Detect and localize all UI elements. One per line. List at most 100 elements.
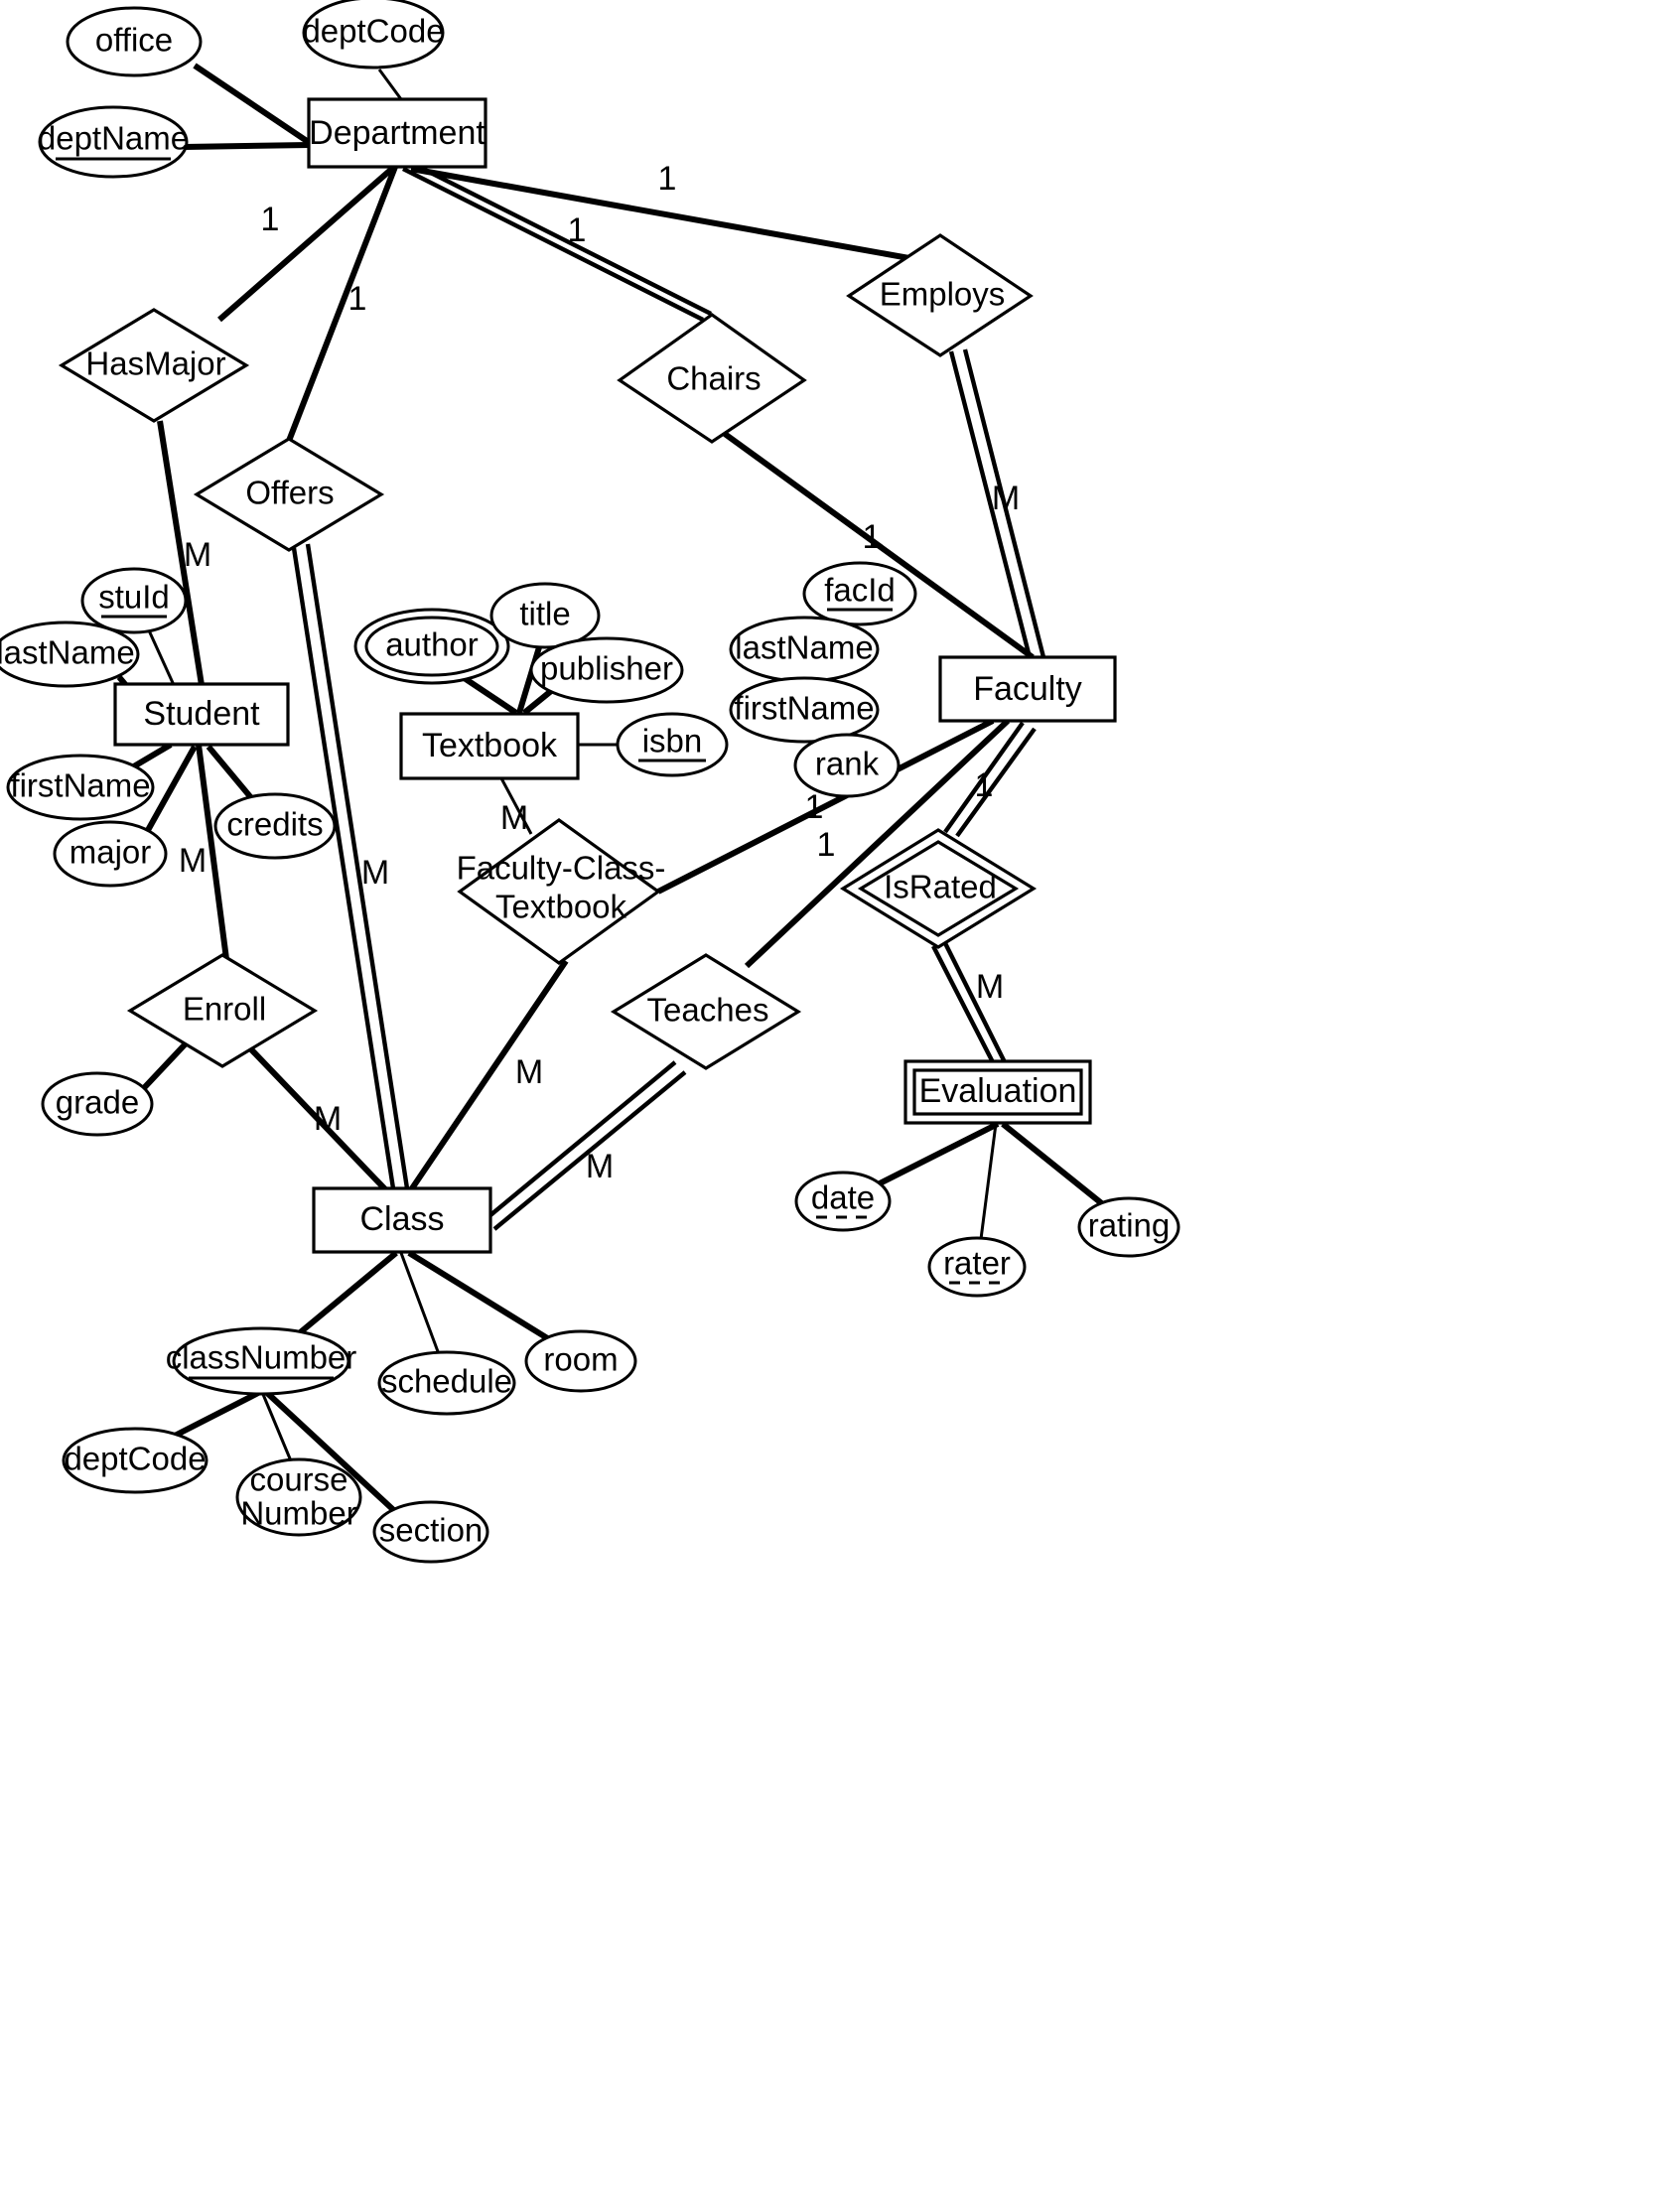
attribute-rank[interactable]: rank [793,733,901,798]
attribute-author-label: author [385,626,479,663]
attribute-rater-label: rater [943,1245,1011,1282]
attribute-major-label: major [69,834,152,871]
attribute-author[interactable]: author [353,608,510,685]
attribute-faculty-lastname[interactable]: lastName [729,616,880,683]
attribute-faculty-firstname-label: firstName [734,690,874,727]
attribute-coursenumber-label-line1: course [249,1461,347,1498]
attribute-major[interactable]: major [53,820,168,888]
cardinality-department-hasmajor: 1 [261,201,280,238]
attribute-isbn-label: isbn [642,723,703,760]
entity-department[interactable]: Department [307,97,487,169]
relationship-fct-label-line2: Textbook [495,889,627,925]
cardinality-textbook-fct: M [500,799,528,837]
attribute-facid[interactable]: facId [802,561,917,626]
relationship-faculty-class-textbook[interactable]: Faculty-Class- Textbook [457,818,666,965]
edge-credits-student [206,745,256,802]
attribute-faculty-firstname[interactable]: firstName [729,676,880,744]
attribute-deptcode-department[interactable]: deptCode [302,0,445,69]
attribute-section-label: section [379,1512,484,1549]
cardinality-teaches-faculty: 1 [817,826,836,864]
cardinality-department-offers: 1 [348,280,367,318]
attribute-office[interactable]: office [66,6,203,77]
attribute-classnumber-label: classNumber [166,1339,357,1376]
attribute-schedule-label: schedule [381,1363,512,1400]
attribute-rater[interactable]: rater [927,1236,1027,1298]
attribute-classnumber[interactable]: classNumber [166,1326,357,1396]
relationship-employs-label: Employs [880,276,1006,313]
edge-rater-evaluation [979,1123,998,1240]
entity-class[interactable]: Class [312,1186,492,1254]
relationship-chairs-label: Chairs [666,360,761,397]
cardinality-teaches-class: M [586,1148,614,1185]
edge-date-evaluation [878,1121,1000,1186]
er-diagram-canvas: Department Faculty Student Textbook Clas… [0,0,1180,1564]
cardinality-student-enroll: M [179,842,207,880]
attribute-date[interactable]: date [794,1171,892,1232]
attribute-title[interactable]: title [489,582,601,649]
relationship-hasmajor[interactable]: HasMajor [58,308,250,423]
attribute-publisher[interactable]: publisher [529,636,684,704]
cardinality-employs-faculty: M [992,480,1020,517]
attribute-section[interactable]: section [372,1500,489,1564]
cardinality-fct-class: M [515,1053,543,1091]
entity-textbook[interactable]: Textbook [399,712,580,780]
entity-textbook-label: Textbook [422,727,558,764]
attribute-credits[interactable]: credits [213,792,337,860]
attribute-room[interactable]: room [524,1329,637,1393]
edge-department-offers [286,165,398,443]
relationship-teaches[interactable]: Teaches [610,953,802,1070]
relationship-enroll[interactable]: Enroll [126,953,319,1068]
entity-department-label: Department [309,114,486,152]
attribute-publisher-label: publisher [540,650,673,687]
entity-evaluation[interactable]: Evaluation [903,1059,1092,1125]
cardinality-faculty-israted: 1 [975,766,994,804]
edge-rating-evaluation [1001,1121,1106,1208]
attribute-faculty-lastname-label: lastName [735,629,873,666]
relationship-offers[interactable]: Offers [193,437,385,552]
attribute-credits-label: credits [226,806,323,843]
attribute-office-label: office [95,22,173,59]
entity-faculty-label: Faculty [973,670,1082,708]
attribute-rank-label: rank [815,746,880,782]
attribute-student-lastname-label: lastName [0,634,135,671]
attribute-stuid[interactable]: stuId [80,567,188,634]
attribute-deptcode-department-label: deptCode [302,13,444,50]
attribute-isbn[interactable]: isbn [616,712,729,777]
relationship-fct-label-line1: Faculty-Class- [457,850,666,887]
attribute-rating-label: rating [1088,1207,1171,1244]
attribute-stuid-label: stuId [98,579,170,616]
edge-faculty-israted-b [955,727,1037,838]
relationship-enroll-label: Enroll [183,991,266,1028]
relationship-israted-label: IsRated [884,869,997,905]
entity-student[interactable]: Student [113,682,290,747]
entity-faculty[interactable]: Faculty [938,655,1117,723]
cardinality-hasmajor-student: M [184,536,211,574]
edge-office-department [193,63,312,146]
attribute-student-firstname-label: firstName [10,767,150,804]
relationship-chairs[interactable]: Chairs [617,313,807,444]
attribute-deptcode-class-label: deptCode [64,1441,206,1477]
cardinality-offers-class: M [361,854,389,892]
attribute-coursenumber[interactable]: course Number [235,1457,362,1537]
attribute-deptcode-class[interactable]: deptCode [62,1427,208,1494]
relationship-offers-label: Offers [245,475,334,511]
attribute-coursenumber-label-line2: Number [240,1495,356,1532]
edge-deptname-department [184,142,311,150]
edge-classnumber-class [296,1250,398,1337]
cardinality-israted-evaluation: M [976,968,1004,1006]
cardinality-department-employs: 1 [658,160,677,198]
attribute-rating[interactable]: rating [1077,1196,1180,1258]
attribute-deptname-label: deptName [38,120,189,157]
attribute-schedule[interactable]: schedule [377,1350,516,1416]
entity-student-label: Student [143,695,260,733]
attribute-grade-label: grade [56,1084,139,1121]
cardinality-fct-faculty: 1 [805,788,824,826]
cardinality-enroll-class: M [314,1100,342,1138]
attribute-grade[interactable]: grade [41,1071,154,1137]
attribute-title-label: title [519,596,570,632]
relationship-teaches-label: Teaches [647,992,769,1029]
attribute-student-firstname[interactable]: firstName [6,754,155,821]
entity-class-label: Class [359,1200,444,1238]
attribute-deptname[interactable]: deptName [38,105,189,179]
attribute-student-lastname[interactable]: lastName [0,621,140,688]
